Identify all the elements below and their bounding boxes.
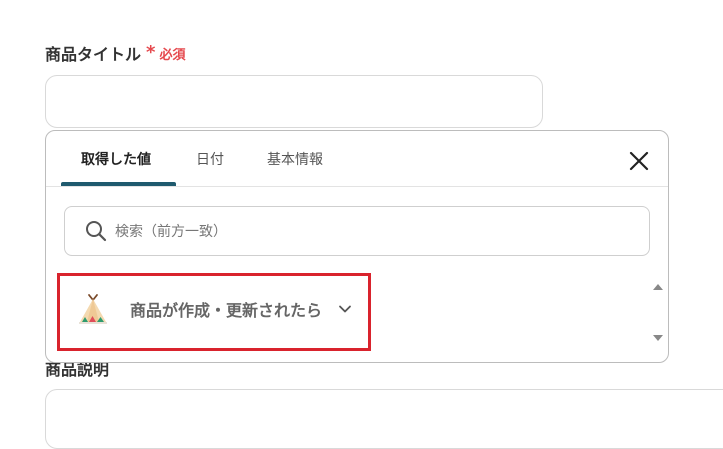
teepee-app-icon <box>79 294 107 324</box>
search-input[interactable] <box>113 207 637 257</box>
search-icon <box>86 221 107 242</box>
product-description-input[interactable] <box>45 389 723 449</box>
required-text: 必須 <box>159 47 186 63</box>
tab-date[interactable]: 日付 <box>196 131 224 186</box>
tab-basic-info[interactable]: 基本情報 <box>267 131 323 186</box>
search-box <box>64 206 650 257</box>
scroll-down-arrow-icon[interactable] <box>653 334 663 342</box>
close-icon[interactable] <box>627 149 651 173</box>
required-asterisk: * <box>146 42 156 63</box>
product-title-input[interactable] <box>45 75 543 128</box>
product-title-label-text: 商品タイトル <box>45 45 142 64</box>
product-title-label: 商品タイトル * 必須 <box>45 41 185 65</box>
chevron-down-icon[interactable] <box>338 302 352 316</box>
scroll-up-arrow-icon[interactable] <box>653 283 663 291</box>
value-picker-popup: 取得した値 日付 基本情報 商品が作成・更新されたら <box>45 130 669 363</box>
tab-bar: 取得した値 日付 基本情報 <box>46 131 668 187</box>
trigger-item-label: 商品が作成・更新されたら <box>130 301 323 320</box>
tab-retrieved-values[interactable]: 取得した値 <box>81 131 151 186</box>
active-tab-indicator <box>61 182 176 186</box>
trigger-item-product-created-updated[interactable]: 商品が作成・更新されたら <box>68 281 364 337</box>
